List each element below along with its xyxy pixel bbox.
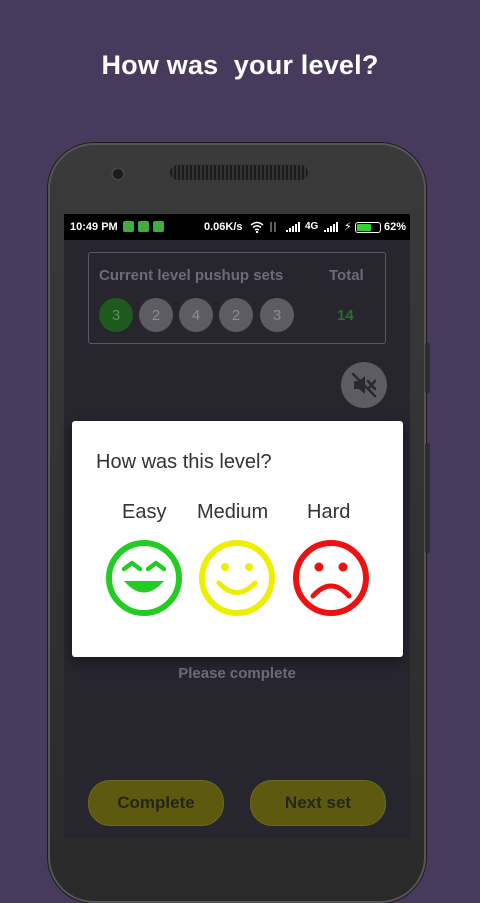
complete-button[interactable]: Complete: [88, 780, 224, 826]
sad-face-icon: [293, 540, 369, 616]
signal-icon: [324, 222, 338, 232]
laughing-face-icon: [106, 540, 182, 616]
hard-label: Hard: [307, 501, 351, 523]
signal-icon: [286, 222, 300, 232]
page-headline: How was your level?: [101, 50, 379, 80]
notification-icon: [138, 221, 149, 232]
power-button: [425, 343, 430, 393]
status-message: Please complete: [178, 665, 296, 682]
status-bar: 10:49 PM 0.06K/s 4G ⚡ 62%: [64, 214, 410, 240]
set-circle: 3: [260, 298, 294, 332]
battery-percent: 62%: [384, 221, 407, 233]
easy-option[interactable]: [104, 538, 184, 618]
wifi-icon: [250, 221, 264, 233]
set-circle: 3: [99, 298, 133, 332]
next-set-button[interactable]: Next set: [250, 780, 386, 826]
easy-label: Easy: [122, 501, 167, 523]
battery-level: [357, 224, 371, 231]
data-arrows-icon: [270, 222, 276, 232]
set-circle: 4: [179, 298, 213, 332]
hard-option[interactable]: [291, 538, 371, 618]
medium-option[interactable]: [197, 538, 277, 618]
notification-icon: [123, 221, 134, 232]
mute-button[interactable]: [341, 362, 387, 408]
volume-button: [425, 443, 430, 553]
level-sets-title: Current level pushup sets: [99, 267, 284, 284]
set-circle: 2: [219, 298, 253, 332]
smiling-face-icon: [199, 540, 275, 616]
total-value: 14: [337, 307, 354, 324]
rating-dialog: How was this level? Easy Medium Hard: [72, 421, 403, 657]
medium-label: Medium: [197, 501, 269, 523]
total-label: Total: [329, 267, 364, 284]
level-sets-panel: Current level pushup sets Total 14 3 2 4…: [88, 252, 386, 344]
notification-icon: [153, 221, 164, 232]
dialog-title: How was this level?: [96, 451, 272, 473]
front-camera: [111, 167, 125, 181]
set-circle: 2: [139, 298, 173, 332]
status-time: 10:49 PM: [70, 221, 118, 233]
network-type: 4G: [305, 221, 319, 232]
volume-mute-icon: [351, 372, 377, 398]
charging-icon: ⚡: [344, 221, 352, 233]
battery-icon: [355, 222, 381, 233]
earpiece-speaker: [170, 165, 308, 180]
status-speed: 0.06K/s: [204, 221, 243, 233]
